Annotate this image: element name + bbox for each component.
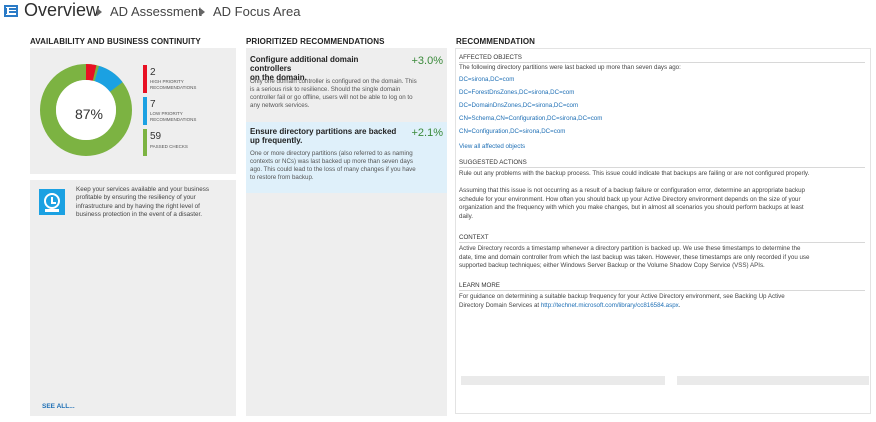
learn-more-line: Directory Domain Services at http://tech… [459, 302, 869, 311]
suggested-actions-line: Assuming that this issue is not occurrin… [459, 187, 805, 194]
menu-icon[interactable] [4, 5, 18, 17]
availability-description-line: profitable by ensuring the resiliency of… [76, 194, 196, 202]
high-priority-legend-swatch [143, 65, 147, 93]
horizontal-scrollbar-track[interactable] [461, 376, 665, 385]
high-priority-count: 2 [150, 67, 156, 78]
context-line: date, time and domain controller from wh… [459, 253, 810, 261]
recommendation-description: Only one domain controller is configured… [250, 78, 444, 110]
divider [459, 62, 865, 63]
context-line: Active Directory records a timestamp whe… [459, 245, 801, 252]
recommendation-delta: +3.0% [411, 55, 444, 67]
suggested-actions-detail: Assuming that this issue is not occurrin… [459, 187, 869, 221]
affected-object-link[interactable]: CN=Schema,CN=Configuration,DC=sirona,DC=… [459, 115, 602, 122]
availability-description-line: business protection in the event of a di… [76, 210, 203, 218]
recommendation-description-line: to restore from backup. [250, 174, 314, 181]
context-line: supported backup techniques; either Wind… [459, 262, 765, 269]
recommendation-description-line: is a serious risk to resilience. Should … [250, 86, 401, 93]
learn-more-prefix: Directory Domain Services at [459, 301, 541, 309]
recommendation-item[interactable]: Configure additional domain controllers … [246, 50, 447, 120]
availability-summary-card[interactable]: 87% 2 HIGH PRIORITY RECOMMENDATIONS 7 LO… [30, 48, 236, 174]
affected-object-link[interactable]: DC=ForestDnsZones,DC=sirona,DC=com [459, 89, 574, 96]
divider [459, 167, 865, 168]
breadcrumb-ad-focus-area[interactable]: AD Focus Area [213, 4, 300, 19]
suggested-actions-heading: SUGGESTED ACTIONS [459, 159, 527, 166]
availability-description-line: Keep your services available and your bu… [76, 186, 210, 193]
high-priority-label-line2: RECOMMENDATIONS [150, 85, 197, 90]
low-priority-legend-swatch [143, 97, 147, 125]
recommendation-title-line: Ensure directory partitions are backed [250, 127, 397, 136]
suggested-actions-line: schedule for your environment. How often… [459, 195, 801, 203]
page-title: Overview [24, 0, 100, 20]
breadcrumb-ad-assessment[interactable]: AD Assessment [110, 4, 202, 19]
learn-more-line: For guidance on determining a suitable b… [459, 293, 785, 300]
high-priority-segment [85, 64, 97, 81]
recommendation-description-line: ago. This could lead to the loss of many… [250, 166, 416, 173]
affected-object-link[interactable]: DC=sirona,DC=com [459, 76, 514, 83]
learn-more-text: For guidance on determining a suitable b… [459, 293, 869, 310]
recommendation-description: One or more directory partitions (also r… [250, 150, 444, 182]
availability-percent: 87% [74, 106, 104, 122]
recommendation-title: Ensure directory partitions are backed u… [250, 127, 400, 145]
passed-label: PASSED CHECKS [150, 144, 188, 149]
divider [459, 290, 865, 291]
recommendation-description-line: Only one domain controller is configured… [250, 78, 417, 85]
suggested-actions-text: Rule out any problems with the backup pr… [459, 170, 810, 177]
learn-more-suffix: . [678, 301, 681, 309]
context-heading: CONTEXT [459, 234, 489, 241]
recommendation-title-line: Configure additional domain controllers [250, 55, 359, 73]
recommendation-title-line: up frequently. [250, 136, 303, 145]
suggested-actions-line: daily. [459, 212, 473, 220]
recommendation-description-line: any network services. [250, 102, 310, 109]
low-priority-count: 7 [150, 99, 156, 110]
prioritized-recommendations-title: PRIORITIZED RECOMMENDATIONS [246, 37, 385, 46]
high-priority-label: HIGH PRIORITY RECOMMENDATIONS [150, 79, 196, 91]
header-bar: Overview AD Assessment AD Focus Area [0, 0, 876, 24]
availability-title: AVAILABILITY AND BUSINESS CONTINUITY [30, 37, 201, 46]
recommendation-description-line: controller fail or go offline, users wil… [250, 94, 413, 101]
availability-description-line: infrastructure and by having the right l… [76, 202, 200, 210]
availability-description: Keep your services available and your bu… [76, 186, 232, 219]
recommendation-detail-title: RECOMMENDATION [456, 37, 536, 46]
view-all-affected-objects-link[interactable]: View all affected objects [459, 143, 525, 150]
affected-objects-intro: The following directory partitions were … [459, 64, 681, 71]
horizontal-scrollbar-track[interactable] [677, 376, 869, 385]
divider [459, 242, 865, 243]
chevron-right-icon [200, 8, 205, 16]
suggested-actions-line: organization and the frequency with whic… [459, 204, 804, 211]
see-all-link[interactable]: SEE ALL... [42, 403, 75, 410]
chevron-right-icon [97, 8, 102, 16]
technet-link[interactable]: http://technet.microsoft.com/library/cc8… [541, 302, 679, 309]
affected-objects-heading: AFFECTED OBJECTS [459, 54, 522, 61]
learn-more-heading: LEARN MORE [459, 282, 500, 289]
context-text: Active Directory records a timestamp whe… [459, 245, 869, 271]
low-priority-label-line2: RECOMMENDATIONS [150, 117, 197, 122]
recommendation-delta: +2.1% [411, 127, 444, 139]
recommendation-description-line: One or more directory partitions (also r… [250, 150, 413, 157]
recommendation-item-selected[interactable]: Ensure directory partitions are backed u… [246, 122, 447, 193]
passed-count: 59 [150, 131, 162, 142]
low-priority-label: LOW PRIORITY RECOMMENDATIONS [150, 111, 196, 123]
passed-legend-swatch [143, 129, 147, 156]
clock-icon [39, 189, 65, 215]
affected-object-link[interactable]: DC=DomainDnsZones,DC=sirona,DC=com [459, 102, 578, 109]
affected-object-link[interactable]: CN=Configuration,DC=sirona,DC=com [459, 128, 565, 135]
availability-info-card: Keep your services available and your bu… [30, 180, 236, 416]
recommendation-description-line: contexts or NCs) was last backed up more… [250, 158, 414, 165]
